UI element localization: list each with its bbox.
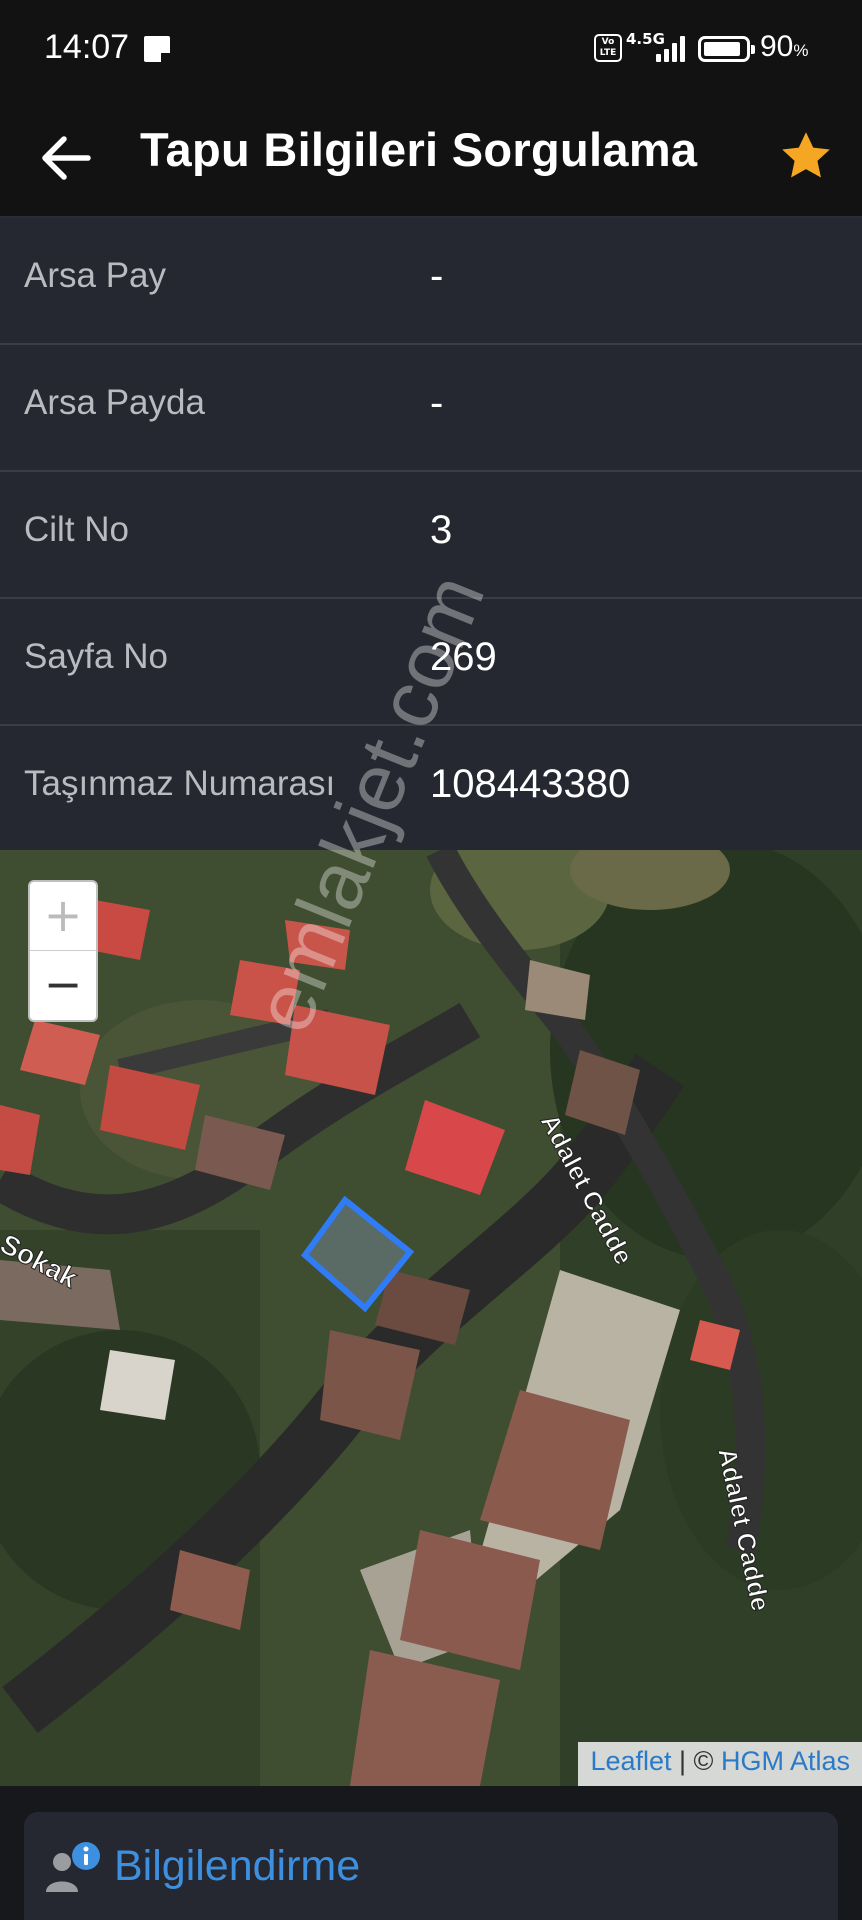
detail-row-arsa-pay: Arsa Pay - [0, 218, 862, 345]
detail-value: 3 [430, 508, 453, 552]
map-attribution: Leaflet | © HGM Atlas [578, 1742, 862, 1786]
back-button[interactable] [36, 128, 96, 188]
notification-icon [144, 36, 170, 62]
detail-value: 108443380 [430, 762, 631, 806]
battery-percent: 90% [760, 30, 809, 63]
user-info-icon [46, 1842, 100, 1892]
map-zoom-control: + − [28, 880, 98, 1022]
detail-value: 269 [430, 635, 497, 679]
bottom-section: Bilgilendirme [0, 1786, 862, 1920]
detail-row-tasinmaz-numarasi: Taşınmaz Numarası 108443380 [0, 726, 862, 853]
detail-label: Taşınmaz Numarası [24, 764, 336, 803]
zoom-out-button[interactable]: − [30, 951, 96, 1020]
parcel-details: Arsa Pay - Arsa Payda - Cilt No 3 Sayfa … [0, 218, 862, 853]
satellite-imagery: Adalet Cadde Adalet Cadde Sokak [0, 850, 862, 1786]
detail-value: - [430, 381, 444, 425]
detail-value: - [430, 254, 444, 298]
star-icon [782, 132, 830, 178]
favorite-button[interactable] [778, 128, 834, 184]
zoom-in-button[interactable]: + [30, 882, 96, 951]
detail-label: Arsa Payda [24, 383, 205, 422]
hgm-atlas-link[interactable]: HGM Atlas [721, 1746, 850, 1776]
detail-label: Arsa Pay [24, 256, 166, 295]
battery-icon [698, 36, 755, 62]
app-header: Tapu Bilgileri Sorgulama [0, 98, 862, 218]
detail-label: Sayfa No [24, 637, 168, 676]
leaflet-link[interactable]: Leaflet [590, 1746, 671, 1776]
arrow-left-icon [42, 136, 91, 180]
info-card[interactable]: Bilgilendirme [24, 1812, 838, 1920]
detail-row-sayfa-no: Sayfa No 269 [0, 599, 862, 726]
signal-icon [656, 36, 686, 62]
status-time: 14:07 [44, 28, 130, 66]
detail-row-arsa-payda: Arsa Payda - [0, 345, 862, 472]
page-title: Tapu Bilgileri Sorgulama [140, 123, 698, 176]
attribution-separator: | © [679, 1746, 714, 1776]
detail-label: Cilt No [24, 510, 130, 549]
satellite-map[interactable]: Adalet Cadde Adalet Cadde Sokak + − Leaf… [0, 850, 862, 1786]
info-card-title: Bilgilendirme [114, 1842, 361, 1890]
detail-row-cilt-no: Cilt No 3 [0, 472, 862, 599]
volte-icon: Vo LTE [594, 34, 622, 62]
status-bar: 14:07 Vo LTE 4.5G 90% [0, 0, 862, 98]
